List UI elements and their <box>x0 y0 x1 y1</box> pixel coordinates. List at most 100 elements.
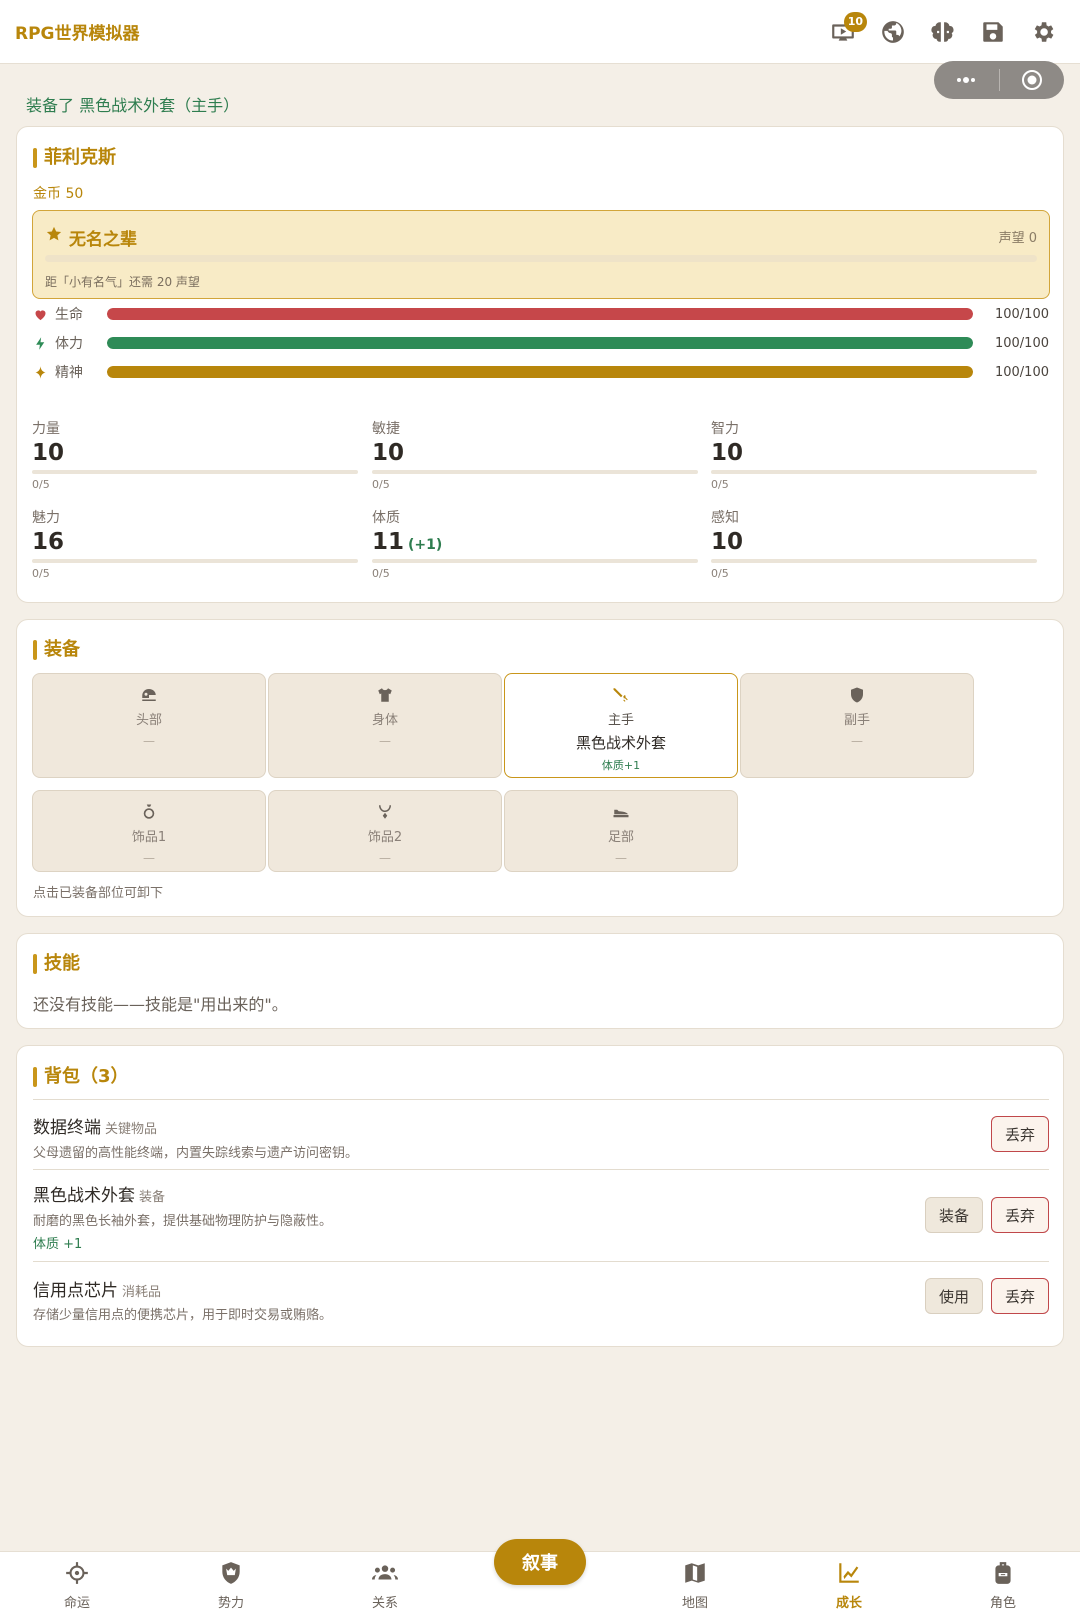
item-bonus: 体质 +1 <box>33 1237 83 1252</box>
growth-chart-icon <box>839 1563 859 1583</box>
item-type: 关键物品 <box>105 1122 158 1137</box>
stat-agility: 敏捷 10 0/5 <box>372 418 698 491</box>
narrative-button[interactable]: 叙事 <box>494 1539 586 1585</box>
inventory-item: 数据终端 关键物品 父母遗留的高性能终端，内置失踪线索与遗产访问密钥。 丢弃 <box>33 1099 1049 1169</box>
fame-panel: 无名之辈 声望 0 距「小有名气」还需 20 声望 <box>32 210 1050 299</box>
stat-progress-text: 0/5 <box>32 567 50 580</box>
vital-value: 100/100 <box>994 335 1049 351</box>
slot-main-hand[interactable]: 主手 黑色战术外套 体质+1 <box>504 673 738 778</box>
equipped-item-bonus: 体质+1 <box>601 759 641 772</box>
character-card: 菲利克斯 金币 50 无名之辈 声望 0 距「小有名气」还需 20 声望 生命 … <box>16 126 1064 603</box>
stat-label: 魅力 <box>32 510 60 526</box>
vital-label: 生命 <box>55 307 83 323</box>
vital-fill <box>107 366 973 378</box>
crown-shield-icon <box>222 1562 240 1584</box>
nav-map[interactable]: 地图 <box>640 1560 750 1611</box>
tv-button[interactable]: 10 <box>825 11 867 50</box>
character-name: 菲利克斯 <box>33 147 116 169</box>
slot-accessory-2[interactable]: 饰品2 — <box>268 790 502 872</box>
stat-value: 10 <box>711 440 744 466</box>
slot-off-hand[interactable]: 副手 — <box>740 673 974 778</box>
shoe-icon <box>613 809 629 818</box>
stat-progress-text: 0/5 <box>711 567 729 580</box>
skills-title: 技能 <box>33 953 80 975</box>
item-desc: 父母遗留的高性能终端，内置失踪线索与遗产访问密钥。 <box>33 1146 359 1161</box>
stat-label: 体质 <box>372 510 400 526</box>
skills-card: 技能 还没有技能——技能是"用出来的"。 <box>16 933 1064 1029</box>
stat-progress-track <box>372 559 698 563</box>
stat-progress-track <box>372 470 698 474</box>
world-button[interactable] <box>875 14 911 50</box>
more-dots-icon <box>957 77 976 83</box>
vital-health: 生命 100/100 <box>33 304 1049 324</box>
stat-progress-track <box>32 470 358 474</box>
globe-icon <box>882 20 904 43</box>
discard-button[interactable]: 丢弃 <box>990 1197 1049 1233</box>
stat-value: 11 (+1) <box>372 529 443 555</box>
brain-button[interactable] <box>925 14 961 50</box>
miniprogram-capsule <box>934 61 1064 99</box>
top-bar: RPG世界模拟器 10 <box>0 0 1080 64</box>
star-icon <box>46 226 62 241</box>
stat-value: 10 <box>32 440 65 466</box>
slot-head[interactable]: 头部 — <box>32 673 266 778</box>
slot-accessory-1[interactable]: 饰品1 — <box>32 790 266 872</box>
nav-factions[interactable]: 势力 <box>176 1560 286 1611</box>
vital-label: 精神 <box>55 365 83 381</box>
item-desc: 耐磨的黑色长袖外套，提供基础物理防护与隐蔽性。 <box>33 1214 333 1229</box>
helmet-icon <box>142 689 156 701</box>
nav-fate[interactable]: 命运 <box>22 1560 132 1611</box>
close-capsule-button[interactable] <box>1000 61 1065 99</box>
vital-label: 体力 <box>55 336 83 352</box>
fame-progress-track <box>45 255 1037 262</box>
vital-stamina: 体力 100/100 <box>33 333 1049 353</box>
settings-button[interactable] <box>1025 14 1061 50</box>
equip-button[interactable]: 装备 <box>924 1197 983 1233</box>
vital-fill <box>107 337 973 349</box>
slot-body[interactable]: 身体 — <box>268 673 502 778</box>
notification-badge: 10 <box>843 11 867 32</box>
item-desc: 存储少量信用点的便携芯片，用于即时交易或贿赂。 <box>33 1308 333 1323</box>
map-icon <box>685 1563 705 1583</box>
fame-value: 声望 0 <box>998 231 1037 246</box>
equipped-item-name: 黑色战术外套 <box>575 734 666 752</box>
nav-character[interactable]: 角色 <box>948 1560 1058 1611</box>
stat-label: 力量 <box>32 421 60 437</box>
crosshair-icon <box>66 1562 88 1584</box>
stat-progress-track <box>711 470 1037 474</box>
inventory-item: 信用点芯片 消耗品 存储少量信用点的便携芯片，用于即时交易或贿赂。 使用 丢弃 <box>33 1261 1049 1331</box>
slot-feet[interactable]: 足部 — <box>504 790 738 872</box>
top-toolbar: 10 <box>825 11 1065 50</box>
item-type: 装备 <box>139 1190 166 1205</box>
brain-icon <box>931 21 954 42</box>
sparkle-icon <box>35 365 46 379</box>
backpack-icon <box>995 1562 1011 1584</box>
heart-icon <box>35 309 46 320</box>
skills-empty-text: 还没有技能——技能是"用出来的"。 <box>33 995 288 1014</box>
sword-icon <box>613 688 628 702</box>
shirt-icon <box>378 688 392 702</box>
inventory-title: 背包（3） <box>33 1066 129 1088</box>
save-icon <box>983 21 1003 42</box>
nav-growth[interactable]: 成长 <box>794 1560 904 1611</box>
vital-value: 100/100 <box>994 364 1049 380</box>
save-button[interactable] <box>975 14 1011 50</box>
item-type: 消耗品 <box>122 1285 162 1300</box>
discard-button[interactable]: 丢弃 <box>990 1278 1049 1314</box>
app-title: RPG世界模拟器 <box>15 24 140 44</box>
stat-label: 感知 <box>711 510 739 526</box>
nav-relations[interactable]: 关系 <box>330 1560 440 1611</box>
equipment-hint: 点击已装备部位可卸下 <box>33 886 164 901</box>
discard-button[interactable]: 丢弃 <box>990 1116 1049 1152</box>
stat-progress-track <box>32 559 358 563</box>
ring-icon <box>143 804 155 819</box>
more-button[interactable] <box>934 61 999 99</box>
stat-value: 10 <box>372 440 405 466</box>
item-name: 黑色战术外套 装备 <box>33 1186 166 1206</box>
stat-progress-track <box>711 559 1037 563</box>
use-button[interactable]: 使用 <box>924 1278 983 1314</box>
stat-progress-text: 0/5 <box>711 478 729 491</box>
stat-progress-text: 0/5 <box>372 567 390 580</box>
fame-title: 无名之辈 <box>69 230 137 250</box>
inventory-card: 背包（3） 数据终端 关键物品 父母遗留的高性能终端，内置失踪线索与遗产访问密钥。… <box>16 1045 1064 1347</box>
